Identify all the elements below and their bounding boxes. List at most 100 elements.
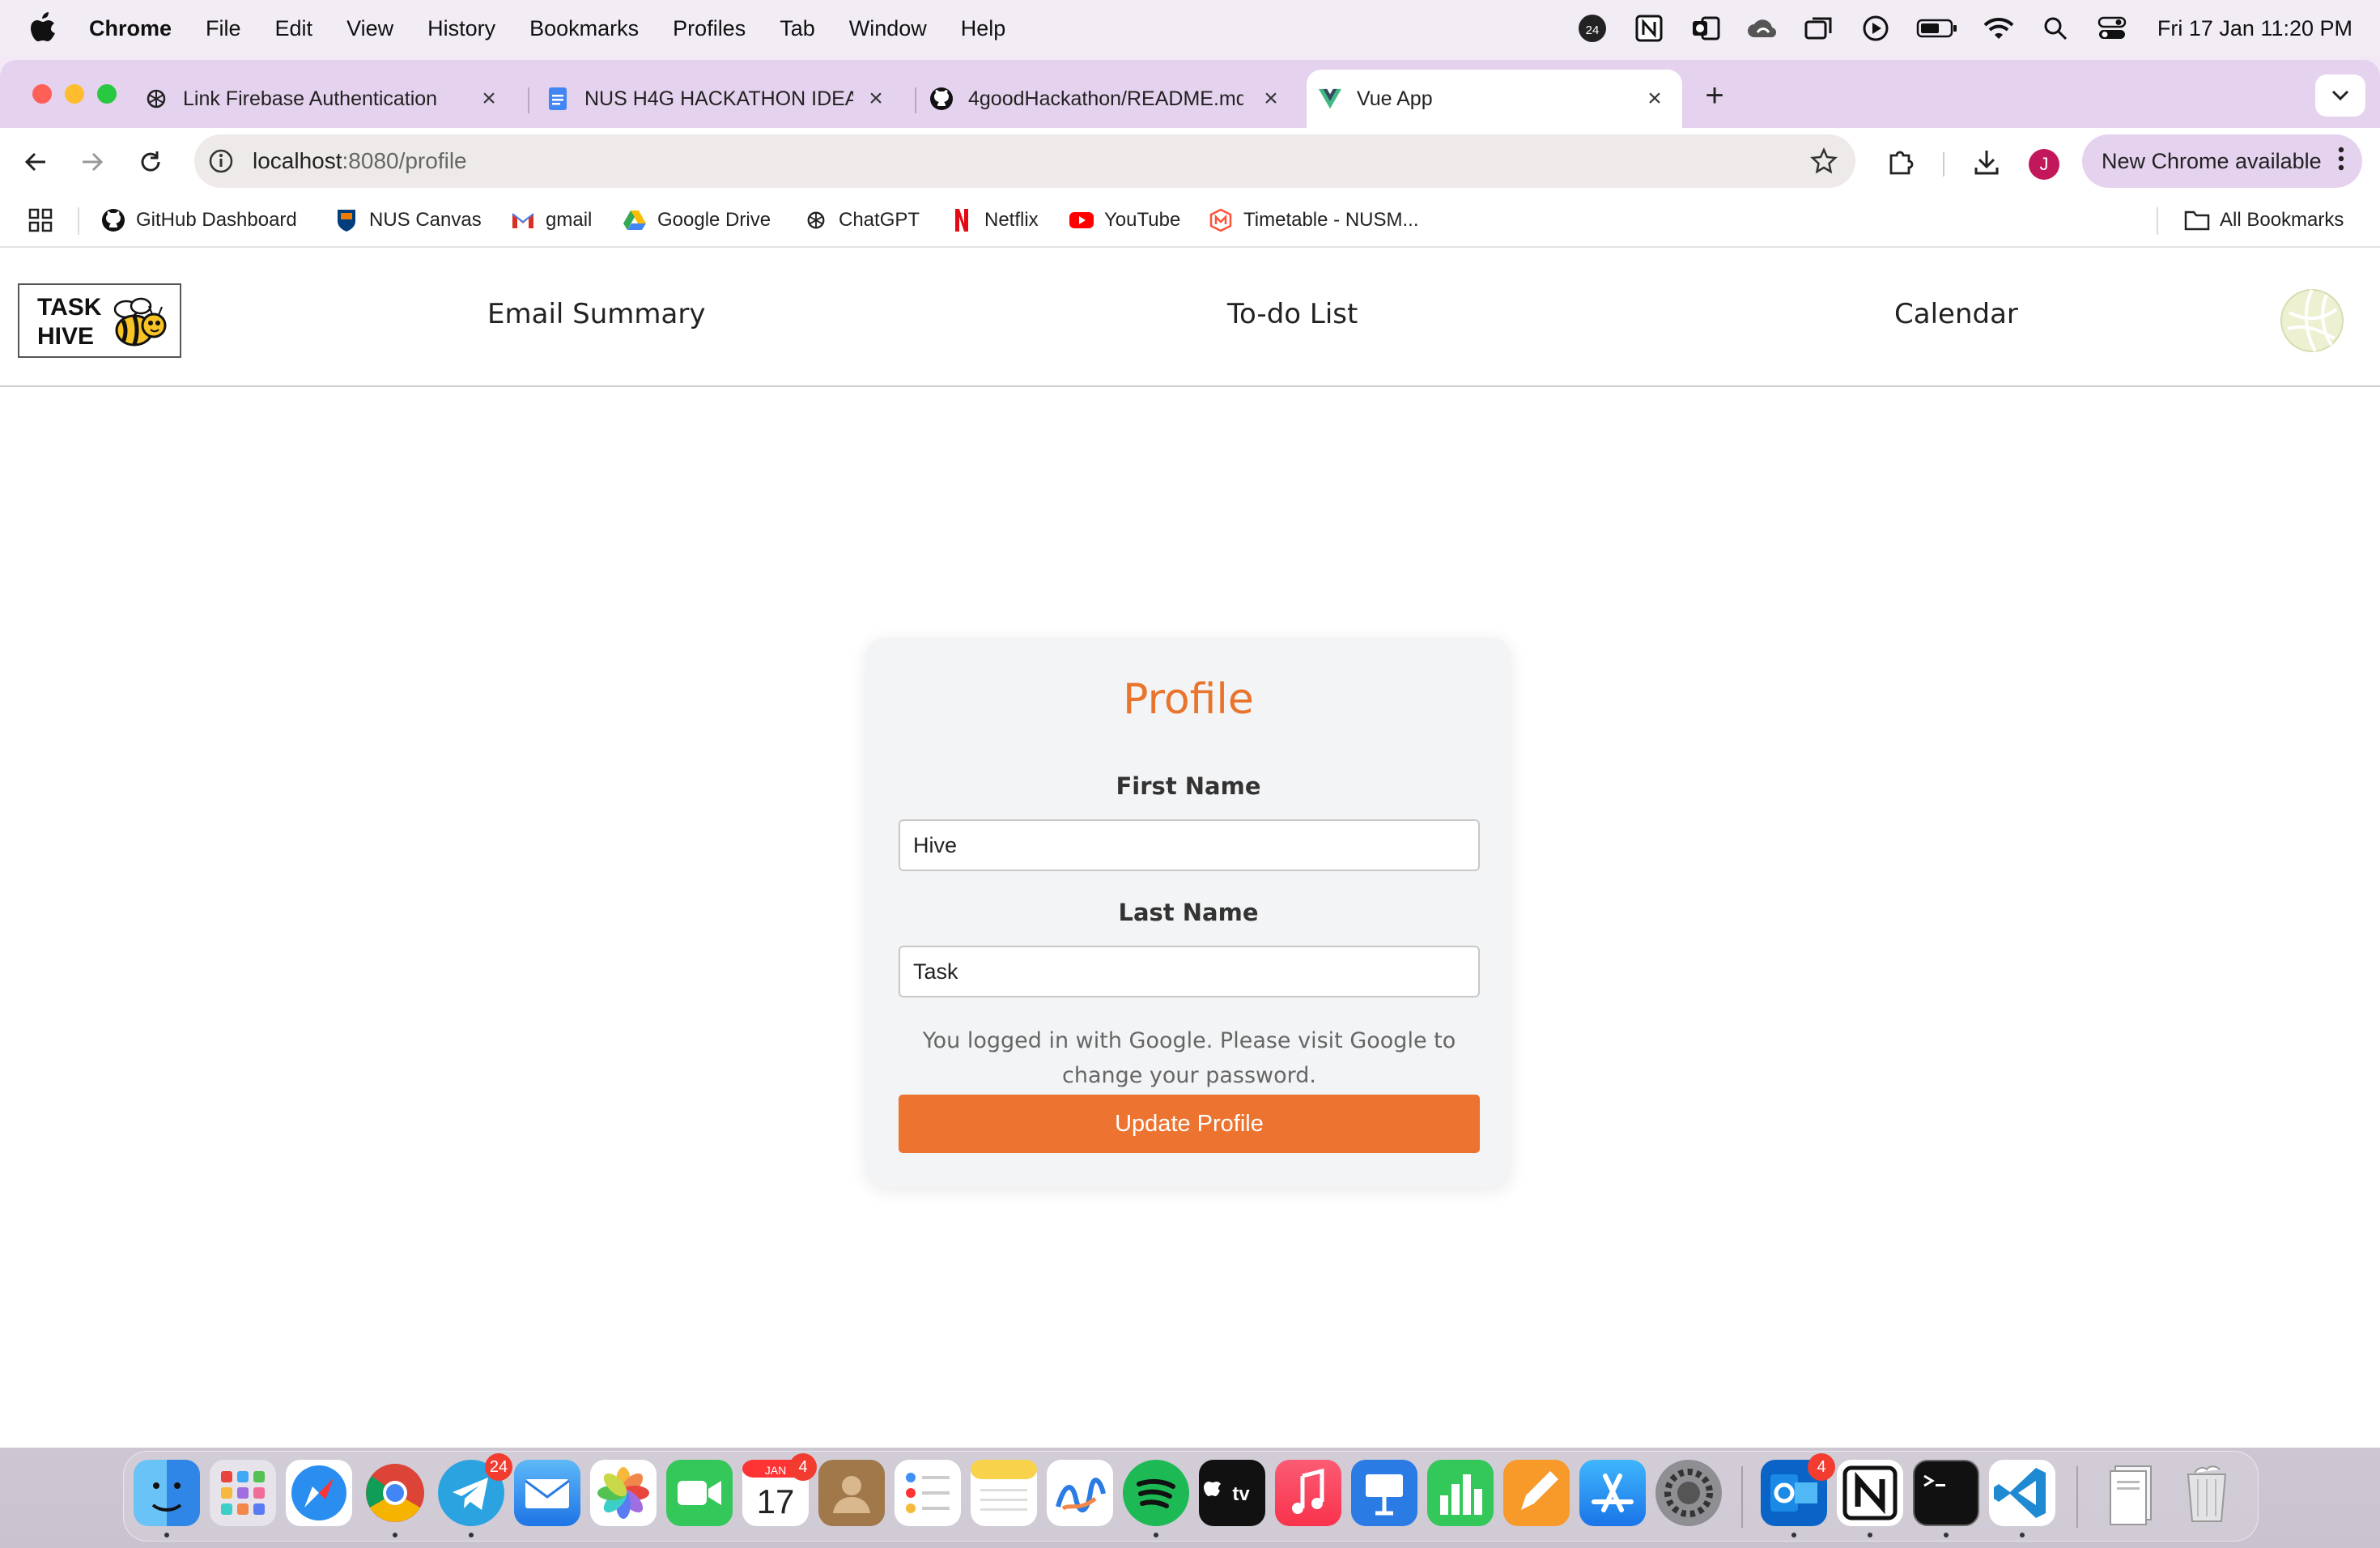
svg-text:24: 24 xyxy=(1586,23,1600,37)
numbers-icon[interactable] xyxy=(1427,1460,1494,1526)
bookmark-netflix[interactable]: Netflix xyxy=(949,206,1039,235)
zoom-window-button[interactable] xyxy=(97,84,117,104)
menu-profiles[interactable]: Profiles xyxy=(673,16,746,41)
forward-button[interactable] xyxy=(74,144,110,180)
downloads-icon[interactable] xyxy=(1969,144,2004,180)
menubar-clock[interactable]: Fri 17 Jan 11:20 PM xyxy=(2157,16,2352,41)
bookmark-youtube[interactable]: YouTube xyxy=(1069,206,1180,235)
all-bookmarks-button[interactable]: All Bookmarks xyxy=(2184,206,2344,235)
wifi-icon[interactable] xyxy=(1983,12,2015,45)
menu-bookmarks[interactable]: Bookmarks xyxy=(529,16,639,41)
telegram-icon[interactable]: 24 xyxy=(438,1453,512,1526)
screen-mirror-icon[interactable] xyxy=(1803,12,1835,45)
spotlight-search-icon[interactable] xyxy=(2039,12,2072,45)
github-icon xyxy=(100,207,126,233)
reminders-icon[interactable] xyxy=(895,1460,961,1526)
mail-icon[interactable] xyxy=(514,1460,580,1526)
trash-icon[interactable] xyxy=(2174,1460,2240,1526)
battery-icon[interactable] xyxy=(1916,12,1958,45)
chrome-profile-avatar[interactable]: J xyxy=(2029,149,2059,180)
spotify-icon[interactable] xyxy=(1123,1460,1189,1526)
minimize-window-button[interactable] xyxy=(65,84,84,104)
close-tab-icon[interactable]: × xyxy=(865,85,887,112)
system-settings-icon[interactable] xyxy=(1655,1460,1722,1526)
dock: 24 JAN 17 4 tv 4 xyxy=(123,1451,2259,1542)
notion-icon[interactable] xyxy=(1633,12,1665,45)
reload-button[interactable] xyxy=(133,144,168,180)
bookmark-chatgpt[interactable]: ChatGPT xyxy=(803,206,920,235)
outlook-icon[interactable]: 4 xyxy=(1761,1453,1835,1526)
bookmark-label: NUS Canvas xyxy=(369,209,482,231)
creative-cloud-icon[interactable] xyxy=(1746,12,1779,45)
preview-icon[interactable] xyxy=(2097,1460,2164,1526)
menu-history[interactable]: History xyxy=(427,16,495,41)
tab-search-button[interactable] xyxy=(2315,74,2365,117)
new-tab-button[interactable]: + xyxy=(1697,78,1732,113)
keynote-icon[interactable] xyxy=(1351,1460,1417,1526)
apple-tv-icon[interactable]: tv xyxy=(1199,1460,1265,1526)
bookmark-nus-canvas[interactable]: NUS Canvas xyxy=(334,206,482,235)
nusmods-icon xyxy=(1208,207,1234,233)
photos-icon[interactable] xyxy=(590,1460,657,1526)
tab-vue-app[interactable]: Vue App × xyxy=(1307,70,1682,128)
menu-chrome[interactable]: Chrome xyxy=(89,16,172,41)
bookmark-label: Netflix xyxy=(984,209,1039,231)
close-tab-icon[interactable]: × xyxy=(478,85,500,112)
finder-icon[interactable] xyxy=(134,1460,200,1526)
bookmark-github-dashboard[interactable]: GitHub Dashboard xyxy=(100,206,297,235)
app-store-icon[interactable] xyxy=(1579,1460,1646,1526)
tab-readme[interactable]: 4goodHackathon/README.md × xyxy=(918,70,1298,128)
menu-file[interactable]: File xyxy=(206,16,241,41)
menu-edit[interactable]: Edit xyxy=(275,16,313,41)
back-button[interactable] xyxy=(18,144,53,180)
menu-help[interactable]: Help xyxy=(961,16,1006,41)
menu-tab[interactable]: Tab xyxy=(780,16,815,41)
tab-hackathon-ideas[interactable]: NUS H4G HACKATHON IDEAS × xyxy=(531,70,903,128)
new-chrome-available-button[interactable]: New Chrome available xyxy=(2082,134,2362,188)
apps-grid-button[interactable] xyxy=(28,206,63,235)
nav-todo-list[interactable]: To-do List xyxy=(1227,298,1358,330)
site-info-icon[interactable] xyxy=(207,147,235,175)
close-tab-icon[interactable]: × xyxy=(1260,85,1282,112)
update-profile-button[interactable]: Update Profile xyxy=(899,1095,1480,1153)
outlook-icon[interactable] xyxy=(1689,12,1722,45)
close-window-button[interactable] xyxy=(32,84,52,104)
monitor-badge-icon[interactable]: 24 xyxy=(1576,12,1609,45)
address-bar[interactable]: localhost:8080/profile xyxy=(194,134,1855,188)
music-icon[interactable] xyxy=(1275,1460,1341,1526)
first-name-input[interactable] xyxy=(899,819,1480,871)
apple-icon[interactable] xyxy=(29,12,62,45)
contacts-icon[interactable] xyxy=(818,1460,885,1526)
menu-window[interactable]: Window xyxy=(849,16,927,41)
launchpad-icon[interactable] xyxy=(210,1460,276,1526)
close-tab-icon[interactable]: × xyxy=(1643,85,1666,112)
nav-calendar[interactable]: Calendar xyxy=(1894,298,2018,330)
bookmark-timetable-nusmods[interactable]: Timetable - NUSM... xyxy=(1208,206,1418,235)
notion-icon[interactable] xyxy=(1837,1460,1903,1526)
bookmark-star-icon[interactable] xyxy=(1810,147,1838,175)
bookmark-gmail[interactable]: gmail xyxy=(510,206,592,235)
facetime-icon[interactable] xyxy=(666,1460,733,1526)
chrome-icon[interactable] xyxy=(362,1460,428,1526)
svg-text:JAN: JAN xyxy=(765,1464,786,1477)
bookmark-google-drive[interactable]: Google Drive xyxy=(622,206,771,235)
freeform-icon[interactable] xyxy=(1047,1460,1113,1526)
control-center-icon[interactable] xyxy=(2096,12,2128,45)
extensions-icon[interactable] xyxy=(1883,144,1919,180)
menu-view[interactable]: View xyxy=(346,16,393,41)
user-avatar-icon[interactable] xyxy=(2280,288,2344,353)
play-icon[interactable] xyxy=(1859,12,1892,45)
last-name-input[interactable] xyxy=(899,946,1480,997)
url-text[interactable]: localhost:8080/profile xyxy=(253,148,467,174)
calendar-icon[interactable]: JAN 17 4 xyxy=(742,1453,817,1526)
tab-firebase[interactable]: Link Firebase Authentication × xyxy=(144,70,516,128)
pages-icon[interactable] xyxy=(1503,1460,1570,1526)
nav-email-summary[interactable]: Email Summary xyxy=(487,298,705,330)
terminal-icon[interactable] xyxy=(1913,1460,1979,1526)
dock-separator xyxy=(2076,1466,2078,1528)
task-hive-logo[interactable]: TASK HIVE xyxy=(18,283,181,358)
vscode-icon[interactable] xyxy=(1989,1460,2055,1526)
notes-icon[interactable] xyxy=(971,1460,1037,1526)
google-login-note: You logged in with Google. Please visit … xyxy=(922,1028,1456,1088)
safari-icon[interactable] xyxy=(286,1460,352,1526)
